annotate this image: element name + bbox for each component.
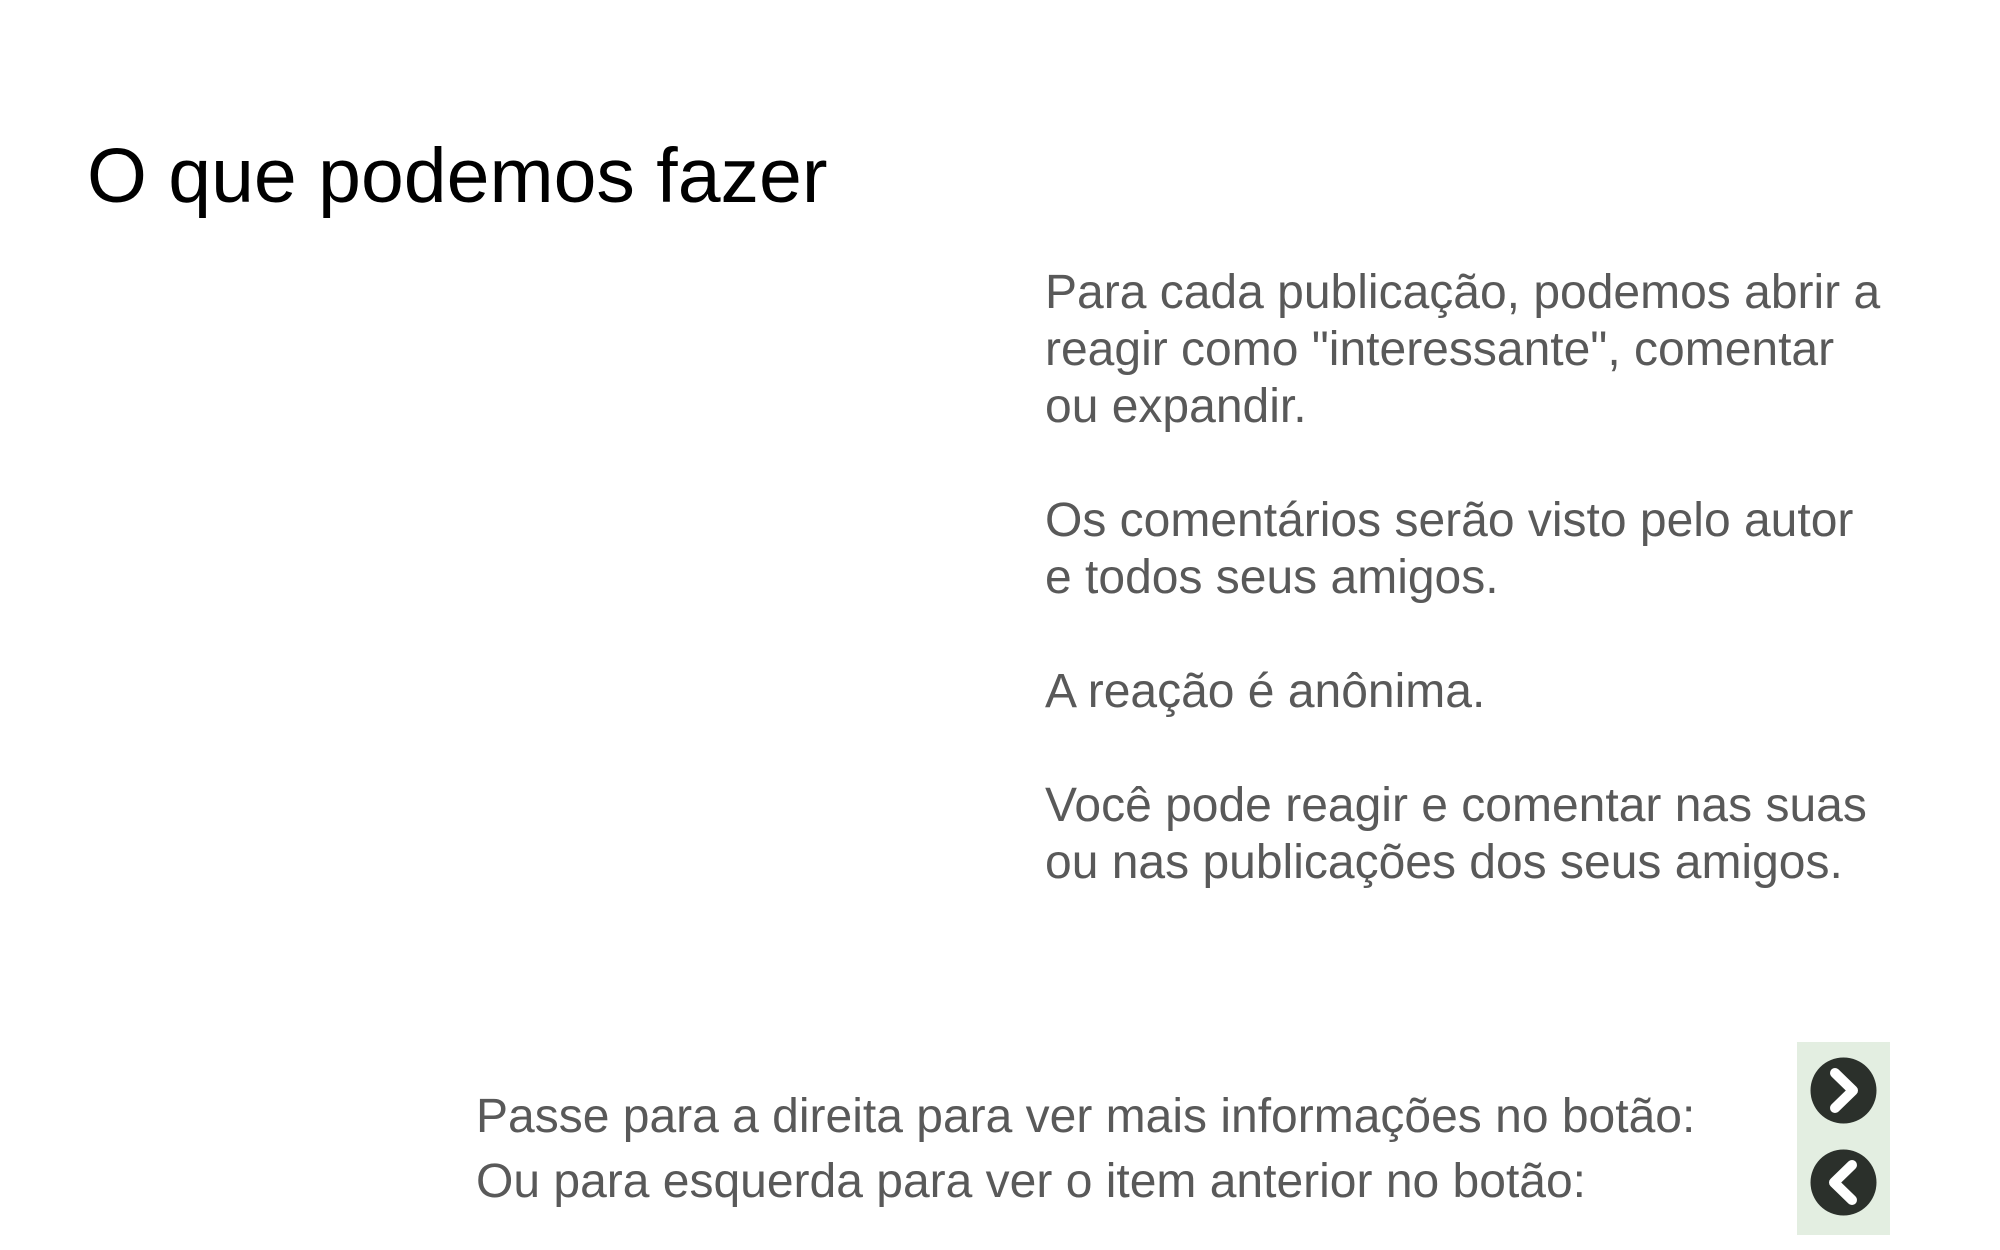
chevron-left-circle-icon [1810, 1149, 1877, 1216]
chevron-right-circle-icon [1810, 1057, 1877, 1124]
paragraph-actions: Para cada publicação, podemos abrir a re… [1045, 264, 1945, 435]
paragraph-anonymous: A reação é anônima. [1045, 663, 1945, 720]
slide-title: O que podemos fazer [87, 133, 828, 219]
next-button[interactable] [1810, 1057, 1877, 1124]
next-instruction: Passe para a direita para ver mais infor… [476, 1090, 1696, 1143]
paragraph-line: e todos seus amigos. [1045, 551, 1499, 604]
paragraph-line: Os comentários serão visto pelo autor [1045, 494, 1854, 547]
paragraph-line: ou nas publicações dos seus amigos. [1045, 836, 1843, 889]
paragraph-line: A reação é anônima. [1045, 665, 1486, 718]
navigation-instructions: Passe para a direita para ver mais infor… [476, 1084, 1695, 1214]
prev-instruction: Ou para esquerda para ver o item anterio… [476, 1155, 1586, 1208]
description-text: Para cada publicação, podemos abrir a re… [1045, 264, 1945, 891]
paragraph-scope: Você pode reagir e comentar nas suas ou … [1045, 777, 1945, 891]
paragraph-line: ou expandir. [1045, 380, 1307, 433]
paragraph-line: Você pode reagir e comentar nas suas [1045, 779, 1867, 832]
paragraph-line: Para cada publicação, podemos abrir a [1045, 266, 1881, 319]
navigation-panel [1797, 1042, 1890, 1235]
paragraph-comments: Os comentários serão visto pelo autor e … [1045, 492, 1945, 606]
previous-button[interactable] [1810, 1149, 1877, 1216]
paragraph-line: reagir como "interessante", comentar [1045, 323, 1835, 376]
